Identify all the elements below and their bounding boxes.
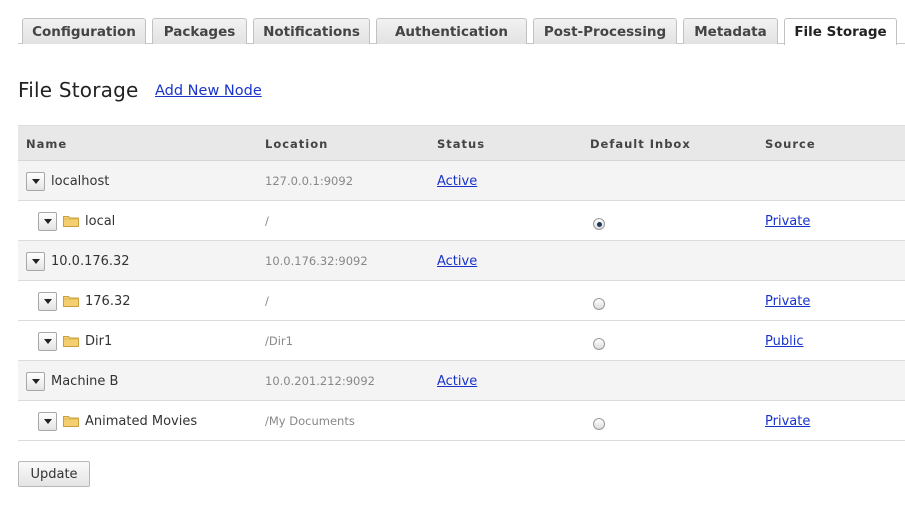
source-link[interactable]: Private (765, 214, 810, 229)
chevron-down-icon (31, 379, 40, 384)
expand-toggle-button[interactable] (38, 412, 57, 431)
chevron-down-icon (43, 219, 52, 224)
status-link[interactable]: Active (437, 254, 477, 269)
source-link[interactable]: Public (765, 334, 803, 349)
tab-authentication[interactable]: Authentication (376, 18, 527, 44)
tab-notifications[interactable]: Notifications (253, 18, 370, 44)
chevron-down-icon (31, 259, 40, 264)
header-default-inbox: Default Inbox (590, 137, 691, 151)
header-name: Name (26, 137, 68, 151)
directory-location: / (265, 214, 269, 228)
directory-name: Dir1 (85, 333, 113, 349)
table-header: Name Location Status Default Inbox Sourc… (18, 125, 905, 161)
node-location: 10.0.176.32:9092 (265, 254, 368, 268)
chevron-down-icon (43, 339, 52, 344)
update-button[interactable]: Update (18, 461, 90, 487)
table-row: Machine B 10.0.201.212:9092 Active (18, 361, 905, 401)
directory-location: /My Documents (265, 414, 355, 428)
status-link[interactable]: Active (437, 374, 477, 389)
node-location: 127.0.0.1:9092 (265, 174, 354, 188)
node-name: localhost (51, 173, 110, 189)
default-inbox-radio[interactable] (593, 338, 605, 350)
source-link[interactable]: Private (765, 414, 810, 429)
expand-toggle-button[interactable] (38, 212, 57, 231)
expand-toggle-button[interactable] (38, 332, 57, 351)
header-source: Source (765, 137, 816, 151)
add-new-node-link[interactable]: Add New Node (155, 83, 262, 99)
page-title: File Storage (18, 78, 139, 102)
node-location: 10.0.201.212:9092 (265, 374, 375, 388)
header-status: Status (437, 137, 486, 151)
status-link[interactable]: Active (437, 174, 477, 189)
directory-name: local (85, 213, 116, 229)
expand-toggle-button[interactable] (26, 252, 45, 271)
tab-post-processing[interactable]: Post-Processing (533, 18, 677, 44)
header-location: Location (265, 137, 329, 151)
folder-icon (63, 296, 79, 307)
node-name: Machine B (51, 373, 119, 389)
source-link[interactable]: Private (765, 294, 810, 309)
tab-packages[interactable]: Packages (152, 18, 247, 44)
storage-table: Name Location Status Default Inbox Sourc… (18, 125, 905, 441)
folder-icon (63, 216, 79, 227)
chevron-down-icon (43, 419, 52, 424)
tab-file-storage[interactable]: File Storage (784, 18, 897, 45)
folder-icon (63, 416, 79, 427)
directory-location: /Dir1 (265, 334, 293, 348)
table-row: Animated Movies /My Documents Private (18, 401, 905, 441)
folder-icon (63, 336, 79, 347)
expand-toggle-button[interactable] (38, 292, 57, 311)
tab-configuration[interactable]: Configuration (22, 18, 146, 44)
table-row: Dir1 /Dir1 Public (18, 321, 905, 361)
table-row: localhost 127.0.0.1:9092 Active (18, 161, 905, 201)
chevron-down-icon (31, 179, 40, 184)
directory-name: Animated Movies (85, 413, 198, 429)
expand-toggle-button[interactable] (26, 372, 45, 391)
table-row: local / Private (18, 201, 905, 241)
default-inbox-radio[interactable] (593, 298, 605, 310)
expand-toggle-button[interactable] (26, 172, 45, 191)
table-row: 10.0.176.32 10.0.176.32:9092 Active (18, 241, 905, 281)
directory-location: / (265, 294, 269, 308)
tab-bar: Configuration Packages Notifications Aut… (0, 0, 905, 45)
directory-name: 176.32 (85, 293, 131, 309)
node-name: 10.0.176.32 (51, 253, 130, 269)
default-inbox-radio[interactable] (593, 418, 605, 430)
chevron-down-icon (43, 299, 52, 304)
table-row: 176.32 / Private (18, 281, 905, 321)
default-inbox-radio[interactable] (593, 218, 605, 230)
tab-metadata[interactable]: Metadata (683, 18, 778, 44)
